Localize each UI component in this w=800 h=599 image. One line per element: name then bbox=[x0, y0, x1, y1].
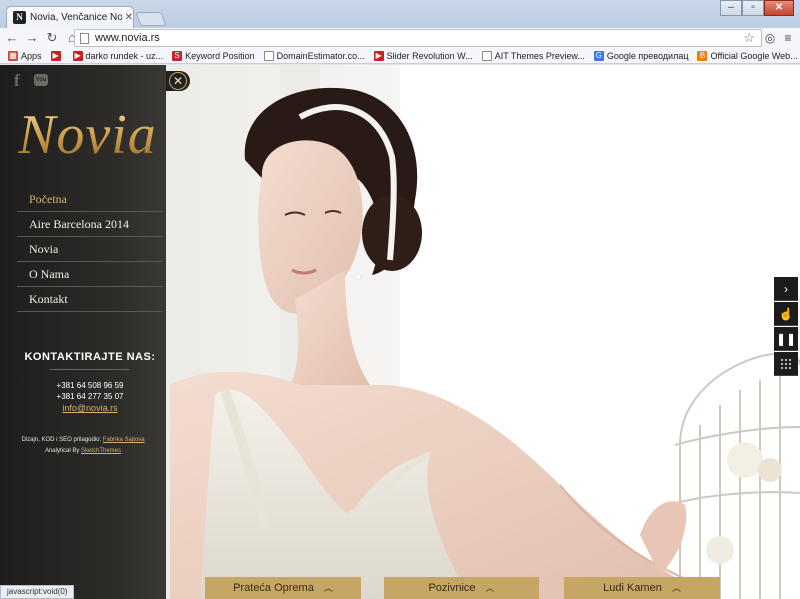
contact-title: KONTAKTIRAJTE NAS: bbox=[24, 351, 156, 363]
chevron-up-icon: ︿ bbox=[323, 583, 333, 593]
bookmark-item[interactable]: ▶ darko rundek - uz... bbox=[72, 50, 164, 61]
title-bar: N Novia, Venčanice Novi Sa... ✕ – ▫ ✕ bbox=[0, 0, 800, 28]
status-bar: javascript:void(0) bbox=[0, 585, 75, 599]
toolbar-right: ◎ ≡ bbox=[760, 30, 796, 46]
reload-icon[interactable]: ↻ bbox=[44, 30, 60, 46]
phone-number: +381 64 277 35 07 bbox=[56, 392, 124, 401]
bookmark-item[interactable]: S Keyword Position bbox=[172, 50, 255, 61]
url-text: www.novia.rs bbox=[95, 32, 160, 44]
menu-item-aire-barcelona-2014[interactable]: Aire Barcelona 2014 bbox=[17, 212, 163, 237]
contact-block: KONTAKTIRAJTE NAS: +381 64 508 96 59 +38… bbox=[17, 351, 163, 414]
tab-close-icon[interactable]: ✕ bbox=[125, 12, 133, 23]
bookmarks-bar: ▦ Apps ▶ ▶ darko rundek - uz... S Keyword Posi… bbox=[0, 48, 800, 64]
browser-tab[interactable]: N Novia, Venčanice Novi Sa... ✕ bbox=[6, 6, 134, 28]
bookmark-item[interactable]: ▶ Slider Revolution W... bbox=[373, 50, 473, 61]
pause-slideshow-button[interactable]: ❚❚ bbox=[774, 327, 798, 351]
browser-window: N Novia, Venčanice Novi Sa... ✕ – ▫ ✕ ← … bbox=[0, 0, 800, 599]
bookmark-star-icon[interactable]: ☆ bbox=[743, 30, 755, 46]
bookmark-item[interactable]: ▶ bbox=[50, 50, 64, 61]
page-icon bbox=[263, 50, 274, 61]
thumbnails-button[interactable] bbox=[774, 352, 798, 376]
bottom-tab-ludi-kamen[interactable]: Ludi Kamen ︿ bbox=[564, 577, 720, 599]
bookmark-label: Apps bbox=[21, 50, 42, 61]
contact-divider bbox=[50, 369, 130, 370]
next-slide-button[interactable]: › bbox=[774, 277, 798, 301]
facebook-icon[interactable]: f bbox=[14, 71, 26, 91]
apps-icon: ▦ bbox=[8, 50, 18, 61]
menu-item-kontakt[interactable]: Kontakt bbox=[17, 287, 163, 312]
close-sidebar-button[interactable]: ✕ bbox=[166, 71, 190, 91]
fabrika-sajtova-link[interactable]: Fabrika Sajtova bbox=[103, 437, 145, 443]
email-link[interactable]: info@novia.rs bbox=[17, 402, 163, 414]
bookmark-label: Google преводилац bbox=[606, 50, 689, 61]
youtube-icon[interactable]: You bbox=[34, 74, 48, 86]
bookmark-label: Slider Revolution W... bbox=[386, 50, 473, 61]
grid-dots-icon bbox=[780, 358, 792, 370]
blogger-icon: B bbox=[697, 50, 708, 61]
chevron-up-icon: ︿ bbox=[671, 583, 681, 593]
page-icon bbox=[481, 50, 492, 61]
window-controls: – ▫ ✕ bbox=[720, 0, 794, 16]
tab-title: Novia, Venčanice Novi Sa... bbox=[30, 12, 122, 23]
back-icon[interactable]: ← bbox=[4, 30, 20, 46]
menu-item-po-etna[interactable]: Početna bbox=[17, 187, 163, 212]
chevron-right-icon: › bbox=[784, 282, 788, 296]
youtube-icon: ▶ bbox=[373, 50, 384, 61]
page-icon bbox=[80, 32, 89, 44]
address-bar[interactable]: www.novia.rs ☆ bbox=[74, 29, 762, 47]
bookmark-label: AIT Themes Preview... bbox=[494, 50, 585, 61]
close-window-button[interactable]: ✕ bbox=[764, 0, 794, 16]
browser-toolbar: ← → ↻ ⌂ www.novia.rs ☆ ◎ ≡ bbox=[0, 28, 800, 48]
bookmark-item[interactable]: DomainEstimator.co... bbox=[263, 50, 365, 61]
chevron-up-icon: ︿ bbox=[485, 583, 495, 593]
new-tab-button[interactable] bbox=[135, 12, 167, 26]
menu-icon[interactable]: ≡ bbox=[780, 30, 796, 46]
page-viewport: f You Novia Početna Aire Barcelona 2014 No… bbox=[0, 65, 800, 599]
bookmark-item[interactable]: ▦ Apps bbox=[8, 50, 42, 61]
social-links: f You bbox=[14, 71, 48, 91]
novia-logo[interactable]: Novia bbox=[18, 103, 157, 167]
sketchthemes-link[interactable]: SketchThemes bbox=[81, 448, 121, 454]
credits-line-2: Analytical By SketchThemes bbox=[44, 448, 122, 454]
bookmark-label: DomainEstimator.co... bbox=[276, 50, 365, 61]
main-menu: Početna Aire Barcelona 2014 Novia O Nama Kon… bbox=[17, 187, 163, 312]
s-icon: S bbox=[172, 50, 183, 61]
novia-favicon-icon: N bbox=[13, 11, 26, 24]
bookmark-label: darko rundek - uz... bbox=[85, 50, 164, 61]
hand-cursor-button[interactable]: ☝ bbox=[774, 302, 798, 326]
sidebar-panel: f You Novia Početna Aire Barcelona 2014 No… bbox=[0, 65, 166, 599]
maximize-button[interactable]: ▫ bbox=[742, 0, 764, 16]
phone-number: +381 64 508 96 59 bbox=[56, 381, 124, 390]
credits: Dizajn, KOD i SEO prilagodio: Fabrika Sa… bbox=[8, 435, 158, 457]
hand-icon: ☝ bbox=[778, 307, 794, 321]
bookmark-item[interactable]: AIT Themes Preview... bbox=[481, 50, 585, 61]
extension-icon[interactable]: ◎ bbox=[762, 30, 778, 46]
menu-item-novia[interactable]: Novia bbox=[17, 237, 163, 262]
bookmark-item[interactable]: B Official Google Web... bbox=[697, 50, 798, 61]
bookmark-item[interactable]: G Google преводилац bbox=[593, 50, 689, 61]
translate-icon: G bbox=[593, 50, 604, 61]
credits-line-1: Dizajn, KOD i SEO prilagodio: Fabrika Sa… bbox=[21, 437, 145, 443]
minimize-button[interactable]: – bbox=[720, 0, 742, 16]
bottom-tab-prateca-oprema[interactable]: Prateća Oprema ︿ bbox=[205, 577, 361, 599]
menu-item-o-nama[interactable]: O Nama bbox=[17, 262, 163, 287]
youtube-icon: ▶ bbox=[50, 50, 61, 61]
forward-icon[interactable]: → bbox=[24, 30, 40, 46]
bookmark-label: Official Google Web... bbox=[710, 50, 798, 61]
pause-icon: ❚❚ bbox=[775, 332, 797, 346]
youtube-icon: ▶ bbox=[72, 50, 83, 61]
close-icon: ✕ bbox=[169, 72, 187, 90]
bookmark-label: Keyword Position bbox=[185, 50, 255, 61]
bottom-tab-pozivnice[interactable]: Pozivnice ︿ bbox=[384, 577, 539, 599]
